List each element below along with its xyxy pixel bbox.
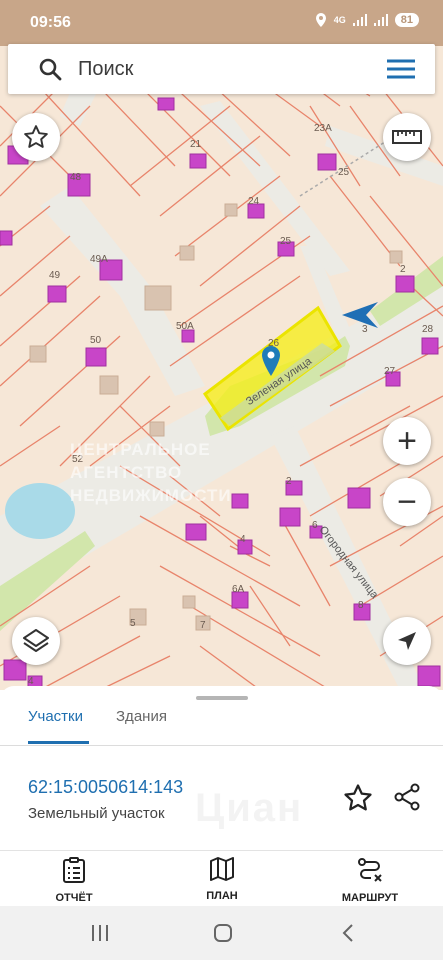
nav-plan-label: ПЛАН	[206, 890, 238, 902]
location-icon	[315, 13, 326, 27]
nav-report-label: ОТЧЁТ	[55, 892, 93, 904]
house-number: 48	[70, 172, 82, 183]
user-location-arrow-icon	[342, 302, 378, 328]
navigation-arrow-icon	[398, 632, 416, 650]
status-time: 09:56	[30, 14, 71, 31]
network-type: 4G	[333, 15, 346, 25]
house-number: 23А	[314, 123, 332, 134]
back-icon[interactable]	[340, 923, 356, 943]
ruler-button[interactable]	[383, 113, 431, 161]
home-icon[interactable]	[213, 923, 233, 943]
star-icon[interactable]	[343, 783, 373, 813]
zoom-in-button[interactable]: +	[383, 417, 431, 465]
map-view[interactable]: 21 23А 25 24 25 48 49А 49 50А 50 52 26 2…	[0, 46, 443, 690]
menu-icon[interactable]	[387, 59, 415, 79]
system-navigation-bar	[0, 906, 443, 960]
house-number: 49	[49, 270, 61, 281]
house-number: 50	[90, 335, 102, 346]
house-number: 25	[280, 236, 292, 247]
status-bar: 09:56 4G 81	[0, 0, 443, 46]
house-number: 4	[240, 534, 246, 545]
layers-button[interactable]	[12, 617, 60, 665]
house-number: 50А	[176, 321, 194, 332]
house-number: 25	[338, 167, 350, 178]
tab-parcels[interactable]: Участки	[28, 708, 83, 725]
ruler-icon	[392, 130, 422, 144]
signal-icon	[352, 14, 367, 26]
route-icon	[358, 858, 382, 882]
star-icon	[24, 125, 48, 148]
tab-buildings[interactable]: Здания	[116, 708, 167, 725]
report-clipboard-icon	[63, 857, 85, 883]
house-number: 28	[422, 324, 434, 335]
search-icon	[39, 58, 62, 81]
parcel-type: Земельный участок	[28, 805, 165, 822]
house-number: 8	[358, 600, 364, 611]
battery-level: 81	[394, 13, 419, 27]
nav-route[interactable]: МАРШРУТ	[310, 857, 430, 904]
house-number: 27	[384, 366, 396, 377]
house-number: 7	[200, 620, 206, 631]
search-bar[interactable]: Поиск	[8, 44, 435, 94]
map-watermark: ЦЕНТРАЛЬНОЕ АГЕНТСТВО НЕДВИЖИМОСТИ	[70, 440, 232, 505]
house-number: 2	[400, 264, 406, 275]
house-number: 6А	[232, 584, 245, 595]
minus-icon: −	[397, 483, 417, 521]
share-icon[interactable]	[393, 783, 421, 811]
house-number: 49А	[90, 254, 108, 265]
recents-icon[interactable]	[90, 923, 110, 943]
bottom-navigation: ОТЧЁТ ПЛАН МАРШРУТ	[0, 850, 443, 906]
nav-route-label: МАРШРУТ	[341, 892, 399, 904]
location-pin-icon[interactable]	[261, 346, 281, 376]
status-icons: 4G 81	[315, 13, 419, 27]
favorite-map-button[interactable]	[12, 113, 60, 161]
search-input[interactable]: Поиск	[78, 58, 133, 81]
tabs-divider	[0, 745, 443, 746]
house-number: 6	[312, 520, 318, 531]
sheet-drag-handle[interactable]	[196, 696, 248, 700]
active-tab-indicator	[28, 741, 89, 744]
map-plan-icon	[210, 857, 234, 881]
sheet-watermark: Циан	[195, 786, 304, 830]
zoom-out-button[interactable]: −	[383, 478, 431, 526]
nav-plan[interactable]: ПЛАН	[162, 857, 282, 902]
cadastral-number[interactable]: 62:15:0050614:143	[28, 777, 183, 798]
house-number: 5	[130, 618, 136, 629]
signal-icon-2	[373, 14, 388, 26]
layers-icon	[23, 629, 49, 652]
house-number: 21	[190, 139, 202, 150]
plus-icon: +	[397, 422, 417, 460]
my-location-button[interactable]	[383, 617, 431, 665]
nav-report[interactable]: ОТЧЁТ	[14, 857, 134, 904]
house-number: 24	[248, 196, 260, 207]
